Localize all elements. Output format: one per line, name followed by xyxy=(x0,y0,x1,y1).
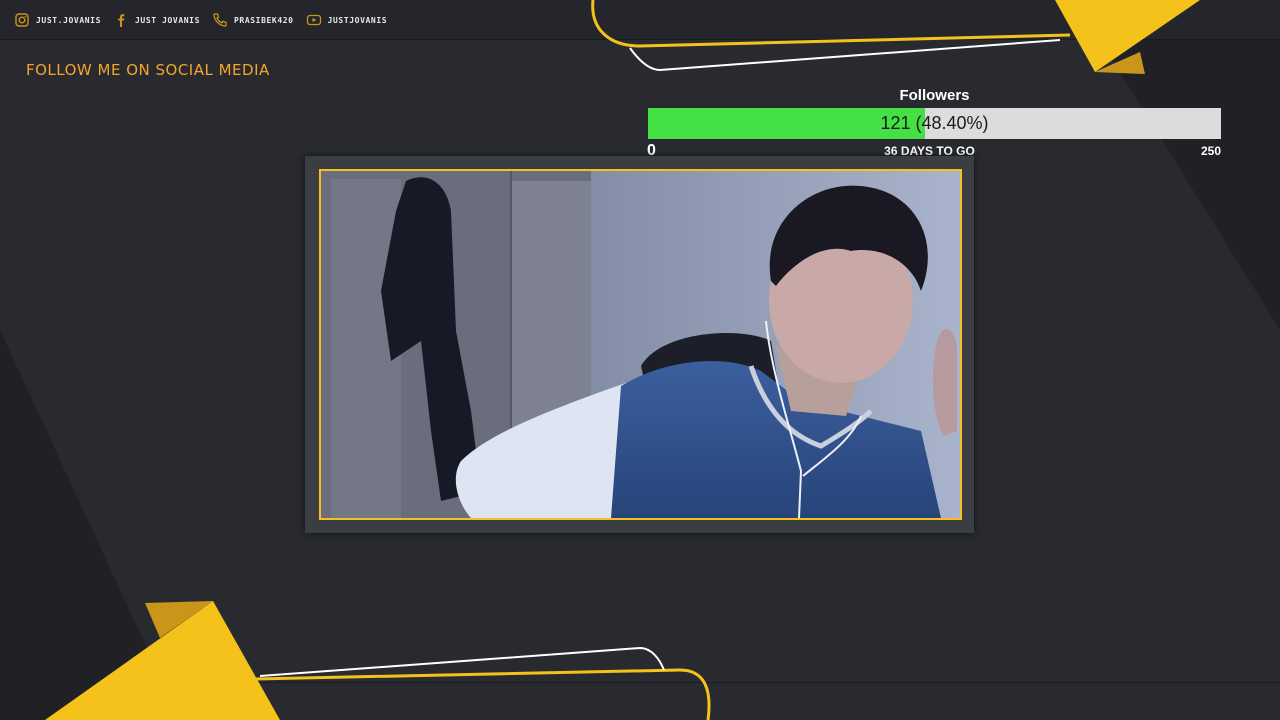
phone-icon xyxy=(213,13,227,27)
facebook-icon xyxy=(118,14,125,27)
goal-max-label: 250 xyxy=(1200,144,1221,158)
webcam-feed xyxy=(319,169,962,520)
social-item-youtube[interactable]: JUSTJOVANIS xyxy=(306,12,388,28)
social-item-facebook[interactable]: JUST JOVANIS xyxy=(113,12,200,28)
instagram-icon xyxy=(15,13,29,27)
social-item-phone[interactable]: PRASIBEK420 xyxy=(212,12,294,28)
youtube-icon xyxy=(306,14,321,26)
social-label: JUST.JOVANIS xyxy=(36,15,101,25)
goal-progress-bar: 121 (48.40%) xyxy=(648,108,1221,139)
social-label: JUST JOVANIS xyxy=(135,15,200,25)
goal-title: Followers xyxy=(899,87,970,104)
social-item-instagram[interactable]: JUST.JOVANIS xyxy=(14,12,101,28)
webcam-image xyxy=(321,171,960,518)
social-label: PRASIBEK420 xyxy=(234,15,294,25)
follow-title: FOLLOW ME ON SOCIAL MEDIA xyxy=(26,61,270,79)
social-label: JUSTJOVANIS xyxy=(327,15,388,25)
goal-value: 121 (48.40%) xyxy=(880,113,989,133)
social-bar: JUST.JOVANIS JUST JOVANIS PRASIBEK420 JU… xyxy=(0,0,1280,40)
